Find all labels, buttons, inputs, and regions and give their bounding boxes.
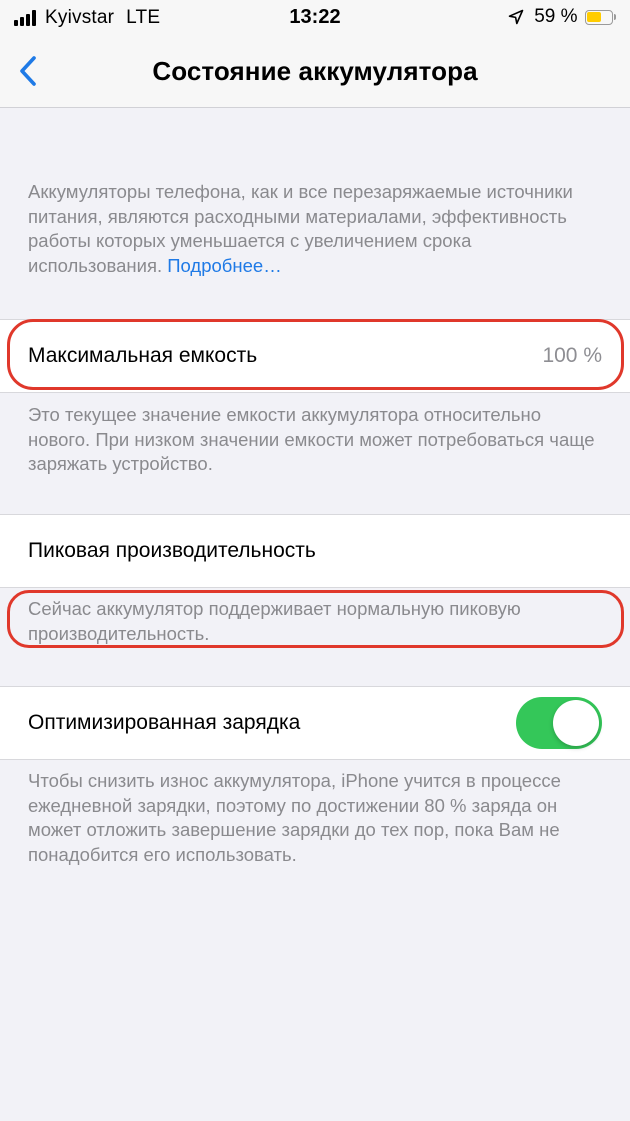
- chevron-left-icon: [20, 56, 36, 86]
- back-button[interactable]: [8, 48, 48, 94]
- status-bar: Kyivstar LTE 13:22 59 %: [0, 0, 630, 36]
- peak-performance-cell: Пиковая производительность: [0, 514, 630, 588]
- battery-percent: 59 %: [534, 6, 578, 27]
- battery-level-fill: [587, 12, 601, 22]
- max-capacity-footer: Это текущее значение емкости аккумулятор…: [28, 404, 595, 474]
- optimized-charging-footer: Чтобы снизить износ аккумулятора, iPhone…: [28, 770, 561, 865]
- battery-tip: [613, 14, 616, 20]
- location-arrow-icon: [508, 9, 524, 25]
- page-title: Состояние аккумулятора: [152, 56, 478, 86]
- navigation-bar: Состояние аккумулятора: [0, 36, 630, 108]
- peak-performance-footer: Сейчас аккумулятор поддерживает нормальн…: [28, 598, 521, 644]
- optimized-charging-toggle[interactable]: [516, 697, 602, 749]
- status-bar-right: 59 %: [508, 6, 616, 28]
- intro-description: Аккумуляторы телефона, как и все перезар…: [28, 181, 573, 276]
- learn-more-link[interactable]: Подробнее…: [167, 255, 281, 276]
- toggle-knob: [553, 700, 599, 746]
- intro-text: Аккумуляторы телефона, как и все перезар…: [28, 180, 603, 278]
- max-capacity-cell: Максимальная емкость 100 %: [0, 319, 630, 393]
- max-capacity-value: 100 %: [542, 344, 602, 367]
- battery-icon: [584, 9, 613, 25]
- peak-performance-label: Пиковая производительность: [28, 539, 316, 562]
- max-capacity-label: Максимальная емкость: [28, 344, 258, 367]
- optimized-charging-label: Оптимизированная зарядка: [28, 711, 301, 734]
- optimized-charging-cell: Оптимизированная зарядка: [0, 686, 630, 760]
